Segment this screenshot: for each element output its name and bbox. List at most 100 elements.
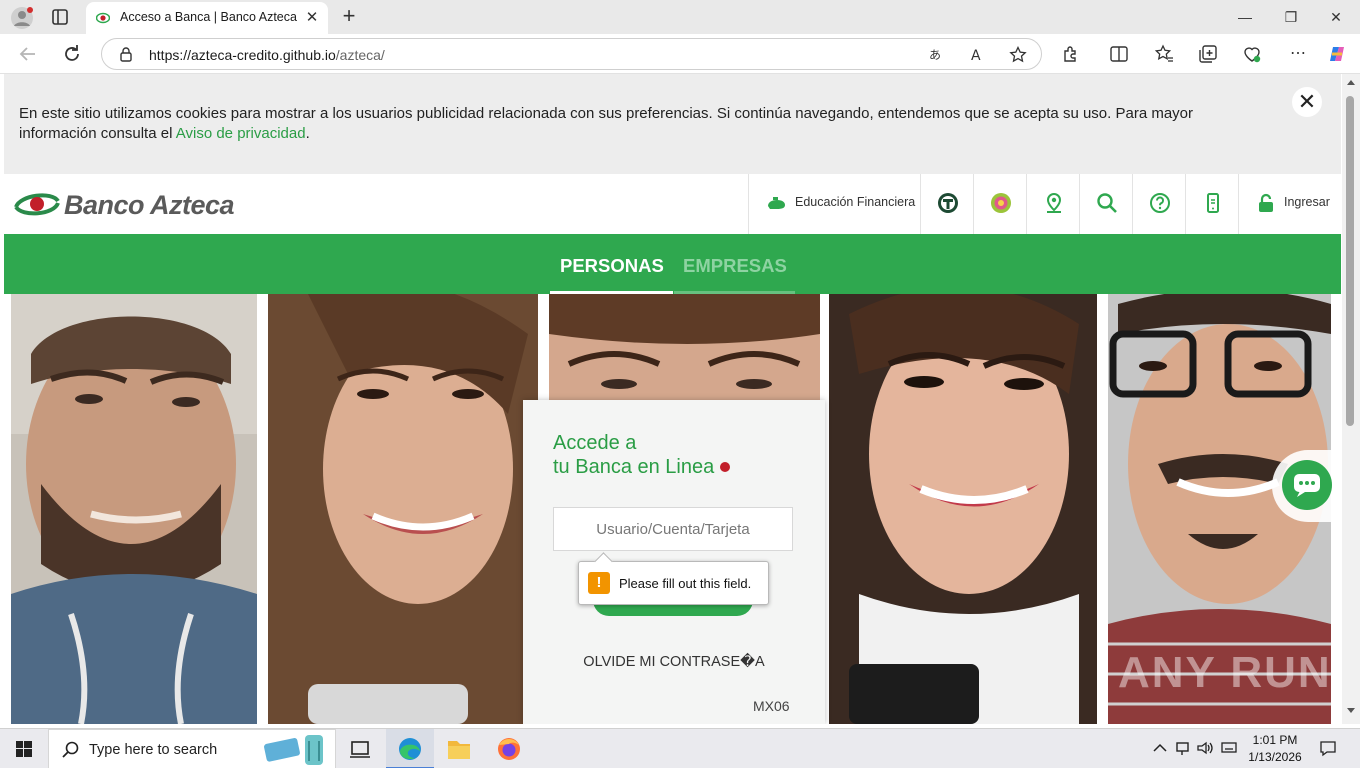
network-icon[interactable] xyxy=(1174,739,1192,757)
taskbar-search-placeholder: Type here to search xyxy=(89,742,218,758)
hero-photo-woman-smiling xyxy=(268,294,538,724)
tab-title: Acceso a Banca | Banco Azteca xyxy=(120,10,297,24)
forgot-password-link[interactable]: OLVIDE MI CONTRASE�A xyxy=(523,654,825,670)
tab-empresas[interactable]: EMPRESAS xyxy=(674,234,795,294)
browser-tab-bar: Acceso a Banca | Banco Azteca ✕ + — ❐ ✕ xyxy=(0,0,1360,34)
clock-date: 1/13/2026 xyxy=(1248,750,1302,764)
volume-icon[interactable] xyxy=(1196,739,1214,757)
page-scrollbar[interactable] xyxy=(1342,74,1360,724)
validation-message: Please fill out this field. xyxy=(619,576,752,591)
nav-sucursales[interactable] xyxy=(1026,174,1079,234)
azteca-logo-icon xyxy=(14,193,60,216)
task-view-icon xyxy=(350,741,370,758)
tab-personas[interactable]: PERSONAS xyxy=(550,234,673,294)
close-window-icon[interactable]: ✕ xyxy=(1324,6,1348,28)
taskbar-file-explorer[interactable] xyxy=(435,729,483,768)
browser-tab-active[interactable]: Acceso a Banca | Banco Azteca ✕ xyxy=(86,2,328,34)
folder-icon xyxy=(448,741,470,759)
nav-ingresar-label: Ingresar xyxy=(1284,195,1330,209)
hero-photo-woman-laughing xyxy=(829,294,1097,724)
start-button[interactable] xyxy=(0,729,48,768)
ime-keyboard-icon[interactable] xyxy=(1220,739,1238,757)
version-label: MX06 xyxy=(753,698,790,714)
svg-text:あ: あ xyxy=(929,48,941,62)
close-tab-icon[interactable]: ✕ xyxy=(304,10,320,26)
help-icon xyxy=(1150,193,1170,213)
taskbar-firefox[interactable] xyxy=(485,729,533,768)
nav-ayuda[interactable] xyxy=(1132,174,1185,234)
cookie-banner: En este sitio utilizamos cookies para mo… xyxy=(4,74,1341,174)
piggy-bank-icon xyxy=(768,197,785,209)
windows-taskbar: Type here to search 1:01 PM 1/13/2026 xyxy=(0,728,1360,768)
red-dot-icon xyxy=(720,462,731,472)
taskbar-search-box[interactable]: Type here to search xyxy=(48,729,336,768)
profile-icon[interactable] xyxy=(10,6,34,30)
copilot-icon[interactable] xyxy=(1327,44,1347,64)
privacy-notice-link[interactable]: Aviso de privacidad xyxy=(176,125,306,142)
chat-bubble-icon[interactable] xyxy=(1282,460,1332,510)
login-title-line2: tu Banca en Linea xyxy=(553,456,731,479)
chat-widget[interactable] xyxy=(1272,450,1342,522)
aztlan-circle-icon xyxy=(991,193,1011,213)
scroll-down-arrow-icon[interactable] xyxy=(1347,708,1355,713)
cookie-text: En este sitio utilizamos cookies para mo… xyxy=(19,105,1193,142)
nav-educacion-financiera[interactable]: Educación Financiera xyxy=(748,174,920,234)
edge-browser-icon xyxy=(399,738,421,760)
tab-personas-label: PERSONAS xyxy=(560,255,664,276)
read-aloud-icon[interactable]: A xyxy=(970,46,988,64)
system-clock[interactable]: 1:01 PM 1/13/2026 xyxy=(1248,732,1302,766)
translate-icon[interactable]: あ xyxy=(928,46,946,64)
padlock-icon xyxy=(1259,193,1273,212)
refresh-icon[interactable] xyxy=(60,42,84,66)
scroll-up-arrow-icon[interactable] xyxy=(1347,80,1355,85)
logo-wordmark: Banco Azteca xyxy=(64,190,235,220)
browser-toolbar: https://azteca-credito.github.io/azteca/… xyxy=(0,34,1360,74)
lock-icon[interactable] xyxy=(118,46,134,62)
browser-essentials-icon[interactable] xyxy=(1242,44,1262,64)
favorites-icon[interactable] xyxy=(1154,44,1174,64)
location-pin-icon xyxy=(1046,192,1062,213)
minimize-icon[interactable]: — xyxy=(1233,6,1257,28)
page-viewport: En este sitio utilizamos cookies para mo… xyxy=(0,74,1360,724)
scrollbar-thumb[interactable] xyxy=(1346,96,1354,426)
back-icon[interactable] xyxy=(16,42,40,66)
split-screen-icon[interactable] xyxy=(1109,44,1129,64)
search-icon xyxy=(1097,193,1117,213)
tab-actions-icon[interactable] xyxy=(50,7,70,27)
favorite-star-icon[interactable] xyxy=(1009,46,1027,64)
close-cookie-banner-button[interactable]: ✕ xyxy=(1292,87,1322,117)
nav-tiempo-aire[interactable] xyxy=(920,174,973,234)
firefox-icon xyxy=(498,738,520,760)
mobile-phone-icon xyxy=(1207,193,1219,213)
t-badge-icon xyxy=(938,193,958,213)
url-text: https://azteca-credito.github.io/azteca/ xyxy=(149,47,385,63)
site-header: Banco Azteca Educación Financiera Ingres… xyxy=(4,174,1341,234)
banco-azteca-favicon-icon xyxy=(96,12,110,24)
tab-empresas-label: EMPRESAS xyxy=(683,255,787,276)
nav-aztlan[interactable] xyxy=(973,174,1026,234)
nav-app-movil[interactable] xyxy=(1185,174,1238,234)
collections-icon[interactable] xyxy=(1198,44,1218,64)
more-options-icon[interactable]: ⋯ xyxy=(1288,44,1308,64)
taskbar-edge-app[interactable] xyxy=(386,729,434,768)
hero-photo-man-hoodie xyxy=(11,294,257,724)
show-hidden-icons-chevron-icon[interactable] xyxy=(1151,739,1169,757)
extensions-icon[interactable] xyxy=(1061,44,1081,64)
clock-time: 1:01 PM xyxy=(1252,733,1298,747)
svg-text:A: A xyxy=(971,48,981,64)
nav-buscar[interactable] xyxy=(1079,174,1132,234)
segment-bar: PERSONAS EMPRESAS xyxy=(4,234,1341,294)
address-bar[interactable]: https://azteca-credito.github.io/azteca/… xyxy=(101,38,1042,70)
user-account-card-input[interactable] xyxy=(553,507,793,551)
banco-azteca-logo[interactable]: Banco Azteca xyxy=(14,186,254,222)
travel-search-highlight-icon xyxy=(264,735,323,765)
notifications-icon[interactable] xyxy=(1319,739,1337,757)
windows-logo-icon xyxy=(16,741,32,757)
new-tab-button[interactable]: + xyxy=(338,5,360,27)
nav-educacion-label: Educación Financiera xyxy=(795,195,916,209)
nav-ingresar[interactable]: Ingresar xyxy=(1238,174,1341,234)
login-title-line1: Accede a xyxy=(553,432,637,454)
task-view-button[interactable] xyxy=(336,729,384,768)
warning-icon: ! xyxy=(588,572,610,594)
restore-icon[interactable]: ❐ xyxy=(1279,6,1303,28)
